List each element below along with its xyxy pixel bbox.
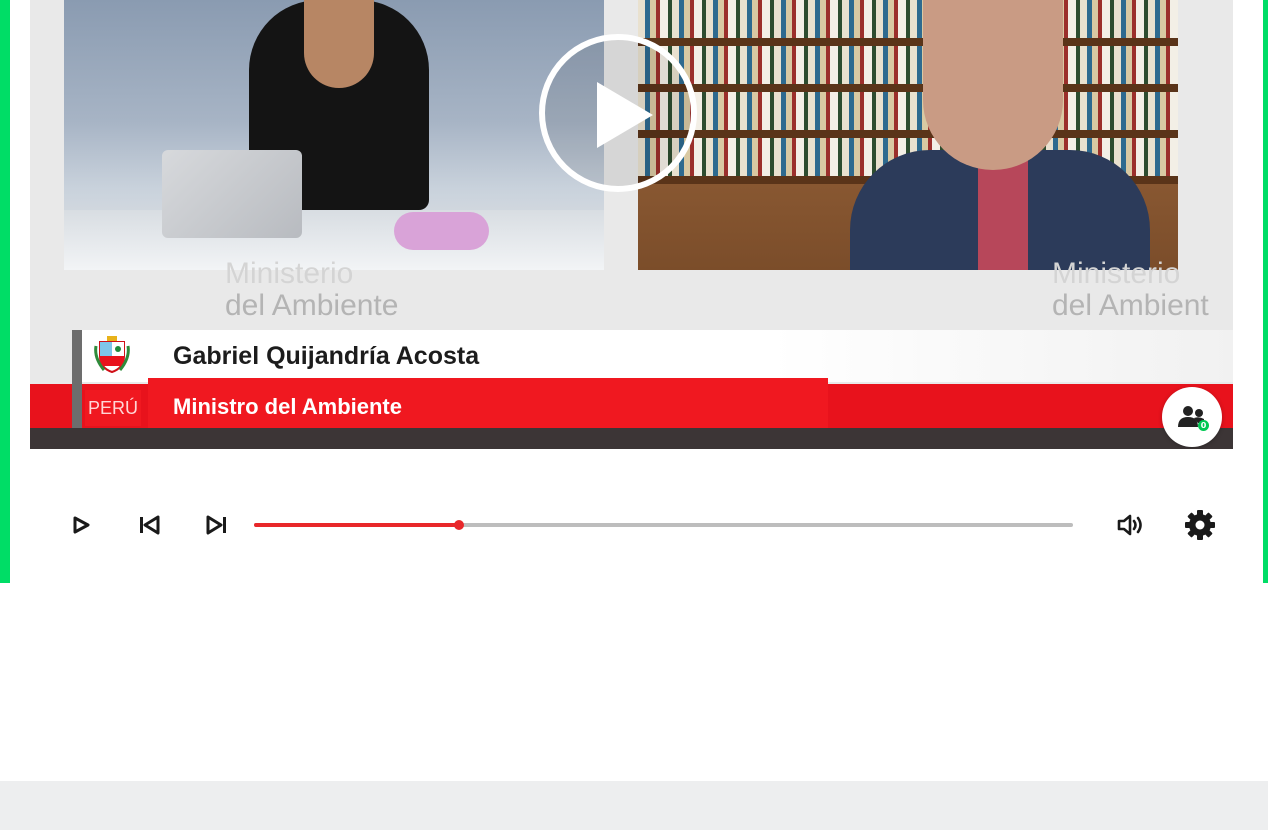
progress-bar[interactable] <box>254 520 1073 530</box>
next-button[interactable] <box>200 508 234 542</box>
viewers-button[interactable]: 0 <box>1162 387 1222 447</box>
bookshelf-board <box>638 130 1178 138</box>
play-icon <box>597 82 653 148</box>
skip-next-icon <box>206 515 226 535</box>
speaker-name: Gabriel Quijandría Acosta <box>173 342 480 370</box>
lower-third-grey-stripe <box>72 330 82 428</box>
previous-button[interactable] <box>132 508 166 542</box>
laptop <box>162 150 302 238</box>
country-label: PERÚ <box>85 390 141 426</box>
bookshelf-row <box>638 0 1178 38</box>
play-button[interactable] <box>64 508 98 542</box>
host-head <box>304 0 374 88</box>
video-frame[interactable]: Ministerio del Ambiente Ministerio del A… <box>30 0 1233 449</box>
lower-third-dark-strip <box>30 428 1233 449</box>
bookshelf-row <box>638 46 1178 84</box>
watermark-left-line1: Ministerio <box>225 257 354 290</box>
progress-knob[interactable] <box>453 520 464 530</box>
studio-camera-panel <box>64 0 604 270</box>
watermark-right-line2: del Ambient <box>1052 289 1209 322</box>
video-player-card: Ministerio del Ambiente Ministerio del A… <box>10 0 1263 583</box>
remote-guest-panel <box>638 0 1178 270</box>
skip-previous-icon <box>140 515 160 535</box>
big-play-button[interactable] <box>539 34 697 192</box>
progress-fill <box>254 523 459 527</box>
peru-coat-of-arms-icon <box>94 336 130 374</box>
volume-icon <box>1117 514 1142 536</box>
viewer-count-badge: 0 <box>1198 420 1209 431</box>
play-icon <box>73 516 90 534</box>
speaker-title: Ministro del Ambiente <box>173 394 402 419</box>
watermark-right: Ministerio del Ambient <box>1052 258 1209 322</box>
footer-grey-band <box>0 781 1268 830</box>
jaguar-figurine <box>394 212 489 250</box>
bookshelf-row <box>638 92 1178 130</box>
bookshelf-board <box>638 84 1178 92</box>
volume-button[interactable] <box>1114 508 1148 542</box>
bookshelf-board <box>638 38 1178 46</box>
settings-gear-icon <box>1185 510 1215 540</box>
guest-head <box>923 0 1063 170</box>
settings-button[interactable] <box>1183 508 1217 542</box>
watermark-right-line1: Ministerio <box>1052 257 1181 290</box>
watermark-left-line2: del Ambiente <box>225 289 399 322</box>
watermark-left: Ministerio del Ambiente <box>225 258 398 322</box>
